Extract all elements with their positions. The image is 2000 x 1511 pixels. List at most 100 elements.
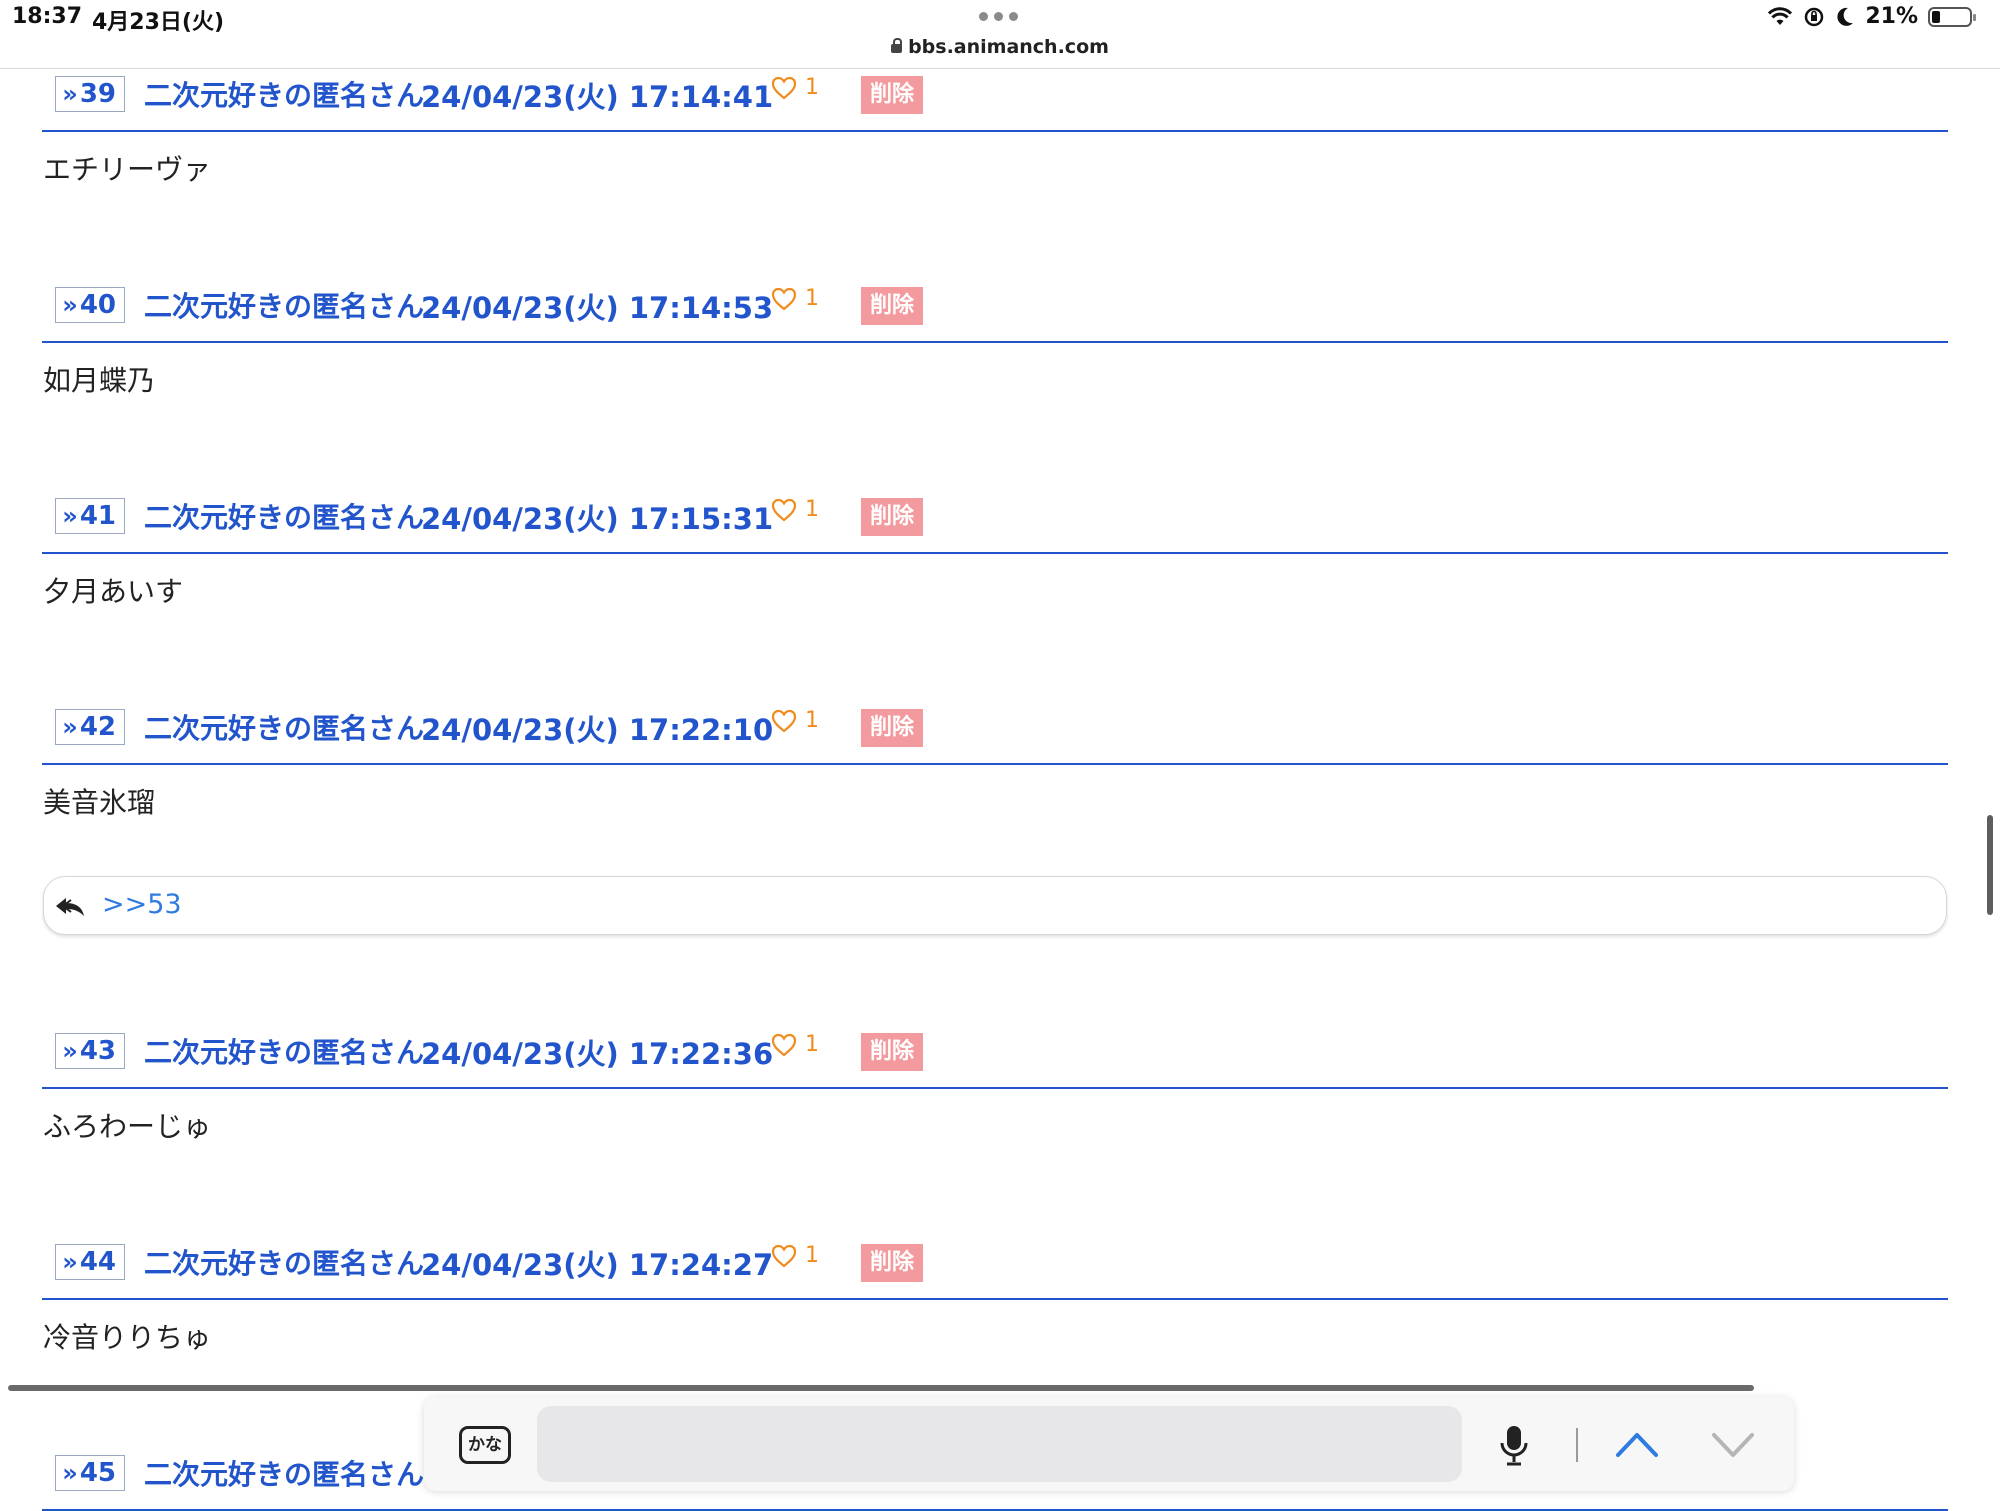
post-number: 41 [79, 501, 116, 531]
chevron-down-icon[interactable] [1710, 1429, 1756, 1459]
post-body: エチリーヴァ [43, 153, 212, 186]
like-count: 1 [805, 708, 819, 733]
post-date: 24/04/23(火) 17:15:31 [421, 502, 774, 536]
post-author: 二次元好きの匿名さん [144, 1036, 425, 1069]
post-date: 24/04/23(火) 17:14:53 [421, 291, 774, 325]
post-number-link[interactable]: »39 [55, 76, 125, 112]
heart-icon [771, 1033, 797, 1057]
more-dots-icon[interactable] [979, 12, 1018, 21]
status-date: 4月23日(火) [92, 10, 225, 35]
post-number: 43 [79, 1036, 116, 1066]
double-chevron-icon: » [62, 1459, 78, 1487]
post-body: 冷音りりちゅ [43, 1321, 212, 1354]
post-number-link[interactable]: »45 [55, 1455, 125, 1491]
post-number: 45 [79, 1458, 116, 1488]
post-number: 42 [79, 712, 116, 742]
post-number-link[interactable]: »42 [55, 709, 125, 745]
delete-button[interactable]: 削除 [861, 1244, 923, 1282]
post-number-link[interactable]: »40 [55, 287, 125, 323]
post-number-link[interactable]: »43 [55, 1033, 125, 1069]
like-count: 1 [805, 75, 819, 100]
delete-button[interactable]: 削除 [861, 287, 923, 325]
post-body: ふろわーじゅ [43, 1110, 212, 1143]
post-header: »41 二次元好きの匿名さん 24/04/23(火) 17:15:31 1 削除 [42, 490, 1948, 554]
double-chevron-icon: » [62, 713, 78, 741]
post-number: 44 [79, 1247, 116, 1277]
chevron-up-icon[interactable] [1614, 1429, 1660, 1459]
delete-button[interactable]: 削除 [861, 709, 923, 747]
like-count: 1 [805, 286, 819, 311]
double-chevron-icon: » [62, 1037, 78, 1065]
post: »44 二次元好きの匿名さん 24/04/23(火) 17:24:27 1 削除冷音り… [42, 1236, 1948, 1356]
post-author: 二次元好きの匿名さん [144, 1247, 425, 1280]
find-input[interactable] [537, 1406, 1462, 1482]
post-header: »39 二次元好きの匿名さん 24/04/23(火) 17:14:41 1 削除 [42, 68, 1948, 132]
battery-percent: 21% [1865, 4, 1918, 29]
like-count: 1 [805, 1032, 819, 1057]
post-date: 24/04/23(火) 17:22:36 [421, 1037, 774, 1071]
like-button[interactable]: 1 [770, 74, 819, 102]
post-body: 如月蝶乃 [43, 364, 156, 397]
find-toolbar: かな [424, 1397, 1794, 1491]
post-number: 40 [79, 290, 116, 320]
url-text: bbs.animanch.com [908, 36, 1109, 58]
wifi-icon [1768, 6, 1793, 25]
post-author: 二次元好きの匿名さん [144, 712, 425, 745]
orientation-lock-icon [1805, 7, 1824, 26]
post-number-link[interactable]: »44 [55, 1244, 125, 1280]
post-header: »40 二次元好きの匿名さん 24/04/23(火) 17:14:53 1 削除 [42, 279, 1948, 343]
heart-icon [771, 287, 797, 311]
status-indicators: 21% [1767, 4, 1976, 29]
post-date: 24/04/23(火) 17:14:41 [421, 80, 774, 114]
address-bar[interactable]: bbs.animanch.com [0, 36, 2000, 58]
post: »43 二次元好きの匿名さん 24/04/23(火) 17:22:36 1 削除ふろわ… [42, 1025, 1948, 1145]
post: »39 二次元好きの匿名さん 24/04/23(火) 17:14:41 1 削除エチリ… [42, 68, 1948, 188]
post-date: 24/04/23(火) 17:22:10 [421, 713, 774, 747]
heart-icon [771, 709, 797, 733]
post-number-link[interactable]: »41 [55, 498, 125, 534]
post-author: 二次元好きの匿名さん [144, 79, 425, 112]
like-count: 1 [805, 1243, 819, 1268]
kana-keyboard-button[interactable]: かな [459, 1426, 511, 1464]
heart-icon [771, 498, 797, 522]
moon-icon [1837, 7, 1854, 26]
post-header: »44 二次元好きの匿名さん 24/04/23(火) 17:24:27 1 削除 [42, 1236, 1948, 1300]
like-button[interactable]: 1 [770, 707, 819, 735]
double-chevron-icon: » [62, 1248, 78, 1276]
lock-icon [891, 38, 903, 53]
post: »40 二次元好きの匿名さん 24/04/23(火) 17:14:53 1 削除如月蝶… [42, 279, 1948, 399]
post-number: 39 [79, 79, 116, 109]
post: »41 二次元好きの匿名さん 24/04/23(火) 17:15:31 1 削除夕月あ… [42, 490, 1948, 610]
like-button[interactable]: 1 [770, 496, 819, 524]
like-button[interactable]: 1 [770, 285, 819, 313]
post-author: 二次元好きの匿名さん [144, 1458, 425, 1491]
status-bar: 18:37 4月23日(火) bbs.animanch.com 21% [0, 0, 2000, 69]
post-author: 二次元好きの匿名さん [144, 290, 425, 323]
post-body: 夕月あいす [43, 575, 184, 608]
reply-box: >>53 [43, 876, 1947, 935]
delete-button[interactable]: 削除 [861, 76, 923, 114]
like-button[interactable]: 1 [770, 1242, 819, 1270]
post-date: 24/04/23(火) 17:24:27 [421, 1248, 774, 1282]
delete-button[interactable]: 削除 [861, 1033, 923, 1071]
post-body: 美音氷瑠 [43, 786, 156, 819]
heart-icon [771, 1244, 797, 1268]
double-chevron-icon: » [62, 80, 78, 108]
reply-arrow-icon [56, 898, 84, 916]
delete-button[interactable]: 削除 [861, 498, 923, 536]
battery-icon [1928, 6, 1976, 27]
reply-link[interactable]: >>53 [102, 889, 182, 920]
heart-icon [771, 76, 797, 100]
post-header: »43 二次元好きの匿名さん 24/04/23(火) 17:22:36 1 削除 [42, 1025, 1948, 1089]
like-button[interactable]: 1 [770, 1031, 819, 1059]
post: »42 二次元好きの匿名さん 24/04/23(火) 17:22:10 1 削除美音氷… [42, 701, 1948, 821]
vertical-scrollbar[interactable] [1987, 815, 1993, 915]
post-author: 二次元好きの匿名さん [144, 501, 425, 534]
status-time: 18:37 [12, 4, 83, 29]
like-count: 1 [805, 497, 819, 522]
horizontal-scrollbar[interactable] [8, 1385, 1754, 1391]
toolbar-divider [1576, 1428, 1578, 1462]
double-chevron-icon: » [62, 291, 78, 319]
microphone-icon[interactable] [1497, 1424, 1531, 1468]
post-header: »42 二次元好きの匿名さん 24/04/23(火) 17:22:10 1 削除 [42, 701, 1948, 765]
